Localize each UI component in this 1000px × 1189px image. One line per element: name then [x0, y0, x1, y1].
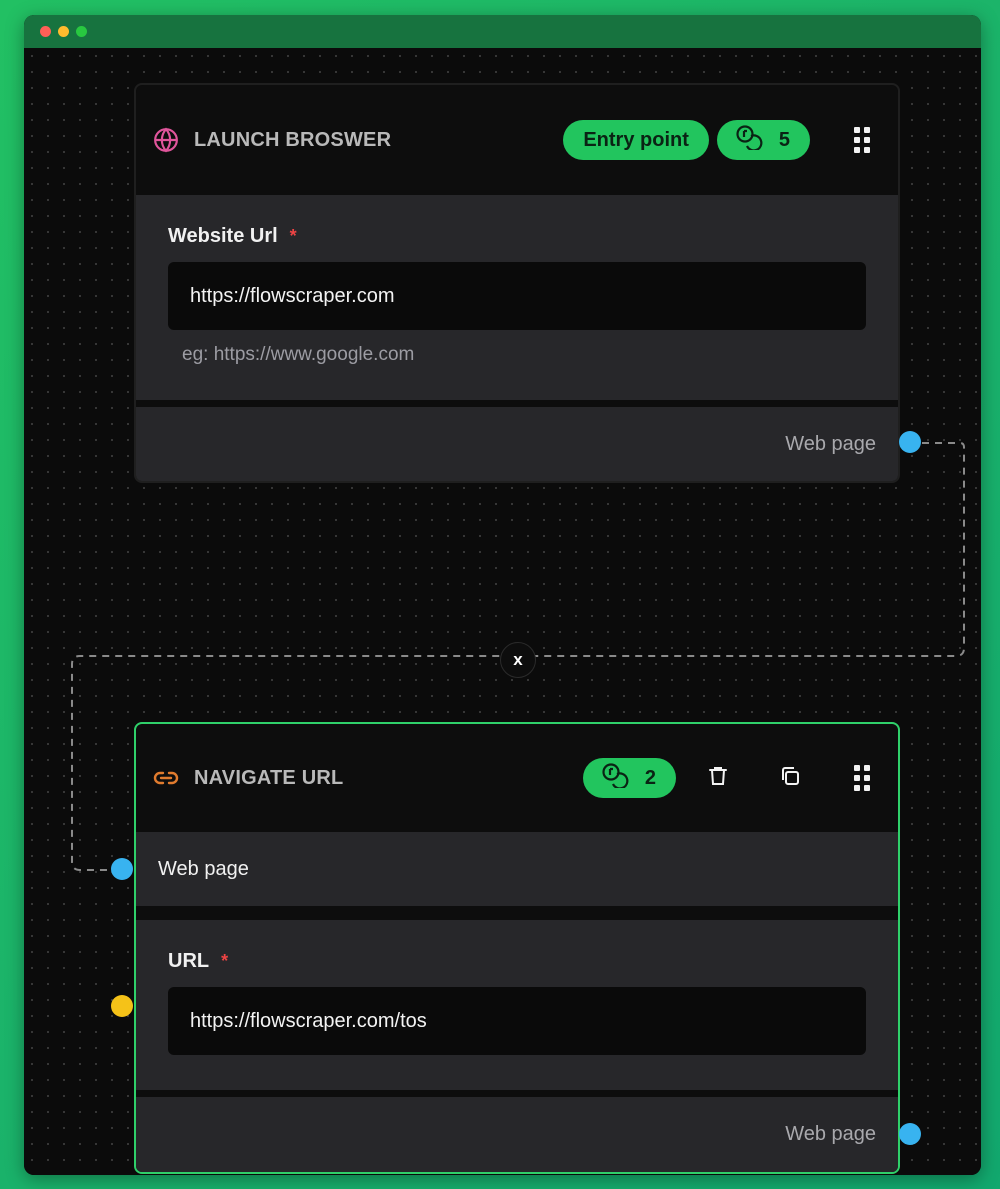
trash-icon: [708, 765, 728, 792]
copy-icon: [779, 765, 801, 792]
delete-edge-button[interactable]: x: [500, 642, 536, 678]
coins-icon: [601, 762, 631, 794]
node-title: NAVIGATE URL: [194, 766, 344, 789]
entry-point-badge: Entry point: [563, 120, 709, 160]
navigate-url-node[interactable]: NAVIGATE URL 2 Web page URL * https://fl…: [111, 722, 921, 1174]
node-header[interactable]: NAVIGATE URL 2: [136, 724, 898, 832]
node-title: LAUNCH BROSWER: [194, 128, 392, 151]
output-web-page-row: Web page: [136, 407, 921, 481]
coins-icon: [735, 124, 765, 156]
input-web-page-label: Web page: [158, 857, 249, 880]
maximize-window-dot[interactable]: [76, 26, 87, 37]
output-web-page-label: Web page: [785, 432, 876, 455]
minimize-window-dot[interactable]: [58, 26, 69, 37]
delete-edge-label: x: [513, 650, 523, 669]
output-web-page-label: Web page: [785, 1123, 876, 1145]
duplicate-node-button[interactable]: [770, 758, 810, 798]
section-divider: [136, 400, 898, 407]
link-icon: [152, 764, 180, 792]
credits-badge: 5: [716, 120, 810, 160]
credits-badge: 2: [582, 758, 676, 798]
grip-icon: [854, 765, 870, 791]
credits-value: 2: [644, 766, 656, 789]
url-label: URL: [168, 950, 210, 972]
title-bar: [24, 15, 981, 48]
section-divider: [136, 906, 898, 920]
drag-handle-button[interactable]: [842, 758, 882, 798]
output-web-page-handle[interactable]: [899, 431, 921, 453]
website-url-label: Website Url: [168, 225, 278, 247]
flow-canvas[interactable]: x LAUNCH BROSWER Entry point 5 Website U…: [24, 48, 981, 1175]
website-url-field-section: Website Url * https://flowscraper.com eg…: [136, 195, 898, 400]
node-header[interactable]: LAUNCH BROSWER Entry point 5: [136, 85, 898, 195]
url-input[interactable]: https://flowscraper.com/tos: [168, 987, 866, 1055]
website-url-hint: eg: https://www.google.com: [182, 344, 415, 365]
credits-value: 5: [778, 128, 790, 151]
close-window-dot[interactable]: [40, 26, 51, 37]
launch-browser-node[interactable]: LAUNCH BROSWER Entry point 5 Website Url…: [134, 83, 921, 483]
url-input-handle[interactable]: [111, 995, 133, 1017]
output-web-page-handle[interactable]: [899, 1123, 921, 1145]
url-label-row: URL *: [168, 950, 866, 973]
input-web-page-handle[interactable]: [111, 858, 133, 880]
website-url-label-row: Website Url *: [168, 225, 866, 248]
required-mark: *: [221, 951, 229, 971]
website-url-input[interactable]: https://flowscraper.com: [168, 262, 866, 330]
section-divider: [136, 1090, 898, 1097]
delete-node-button[interactable]: [698, 758, 738, 798]
globe-icon: [152, 126, 180, 154]
app-window: x LAUNCH BROSWER Entry point 5 Website U…: [24, 15, 981, 1175]
url-field-section: URL * https://flowscraper.com/tos: [111, 920, 898, 1090]
grip-icon: [854, 127, 870, 153]
input-web-page-row: Web page: [111, 832, 898, 906]
required-mark: *: [289, 226, 297, 246]
output-web-page-row: Web page: [136, 1097, 921, 1172]
drag-handle-button[interactable]: [842, 120, 882, 160]
